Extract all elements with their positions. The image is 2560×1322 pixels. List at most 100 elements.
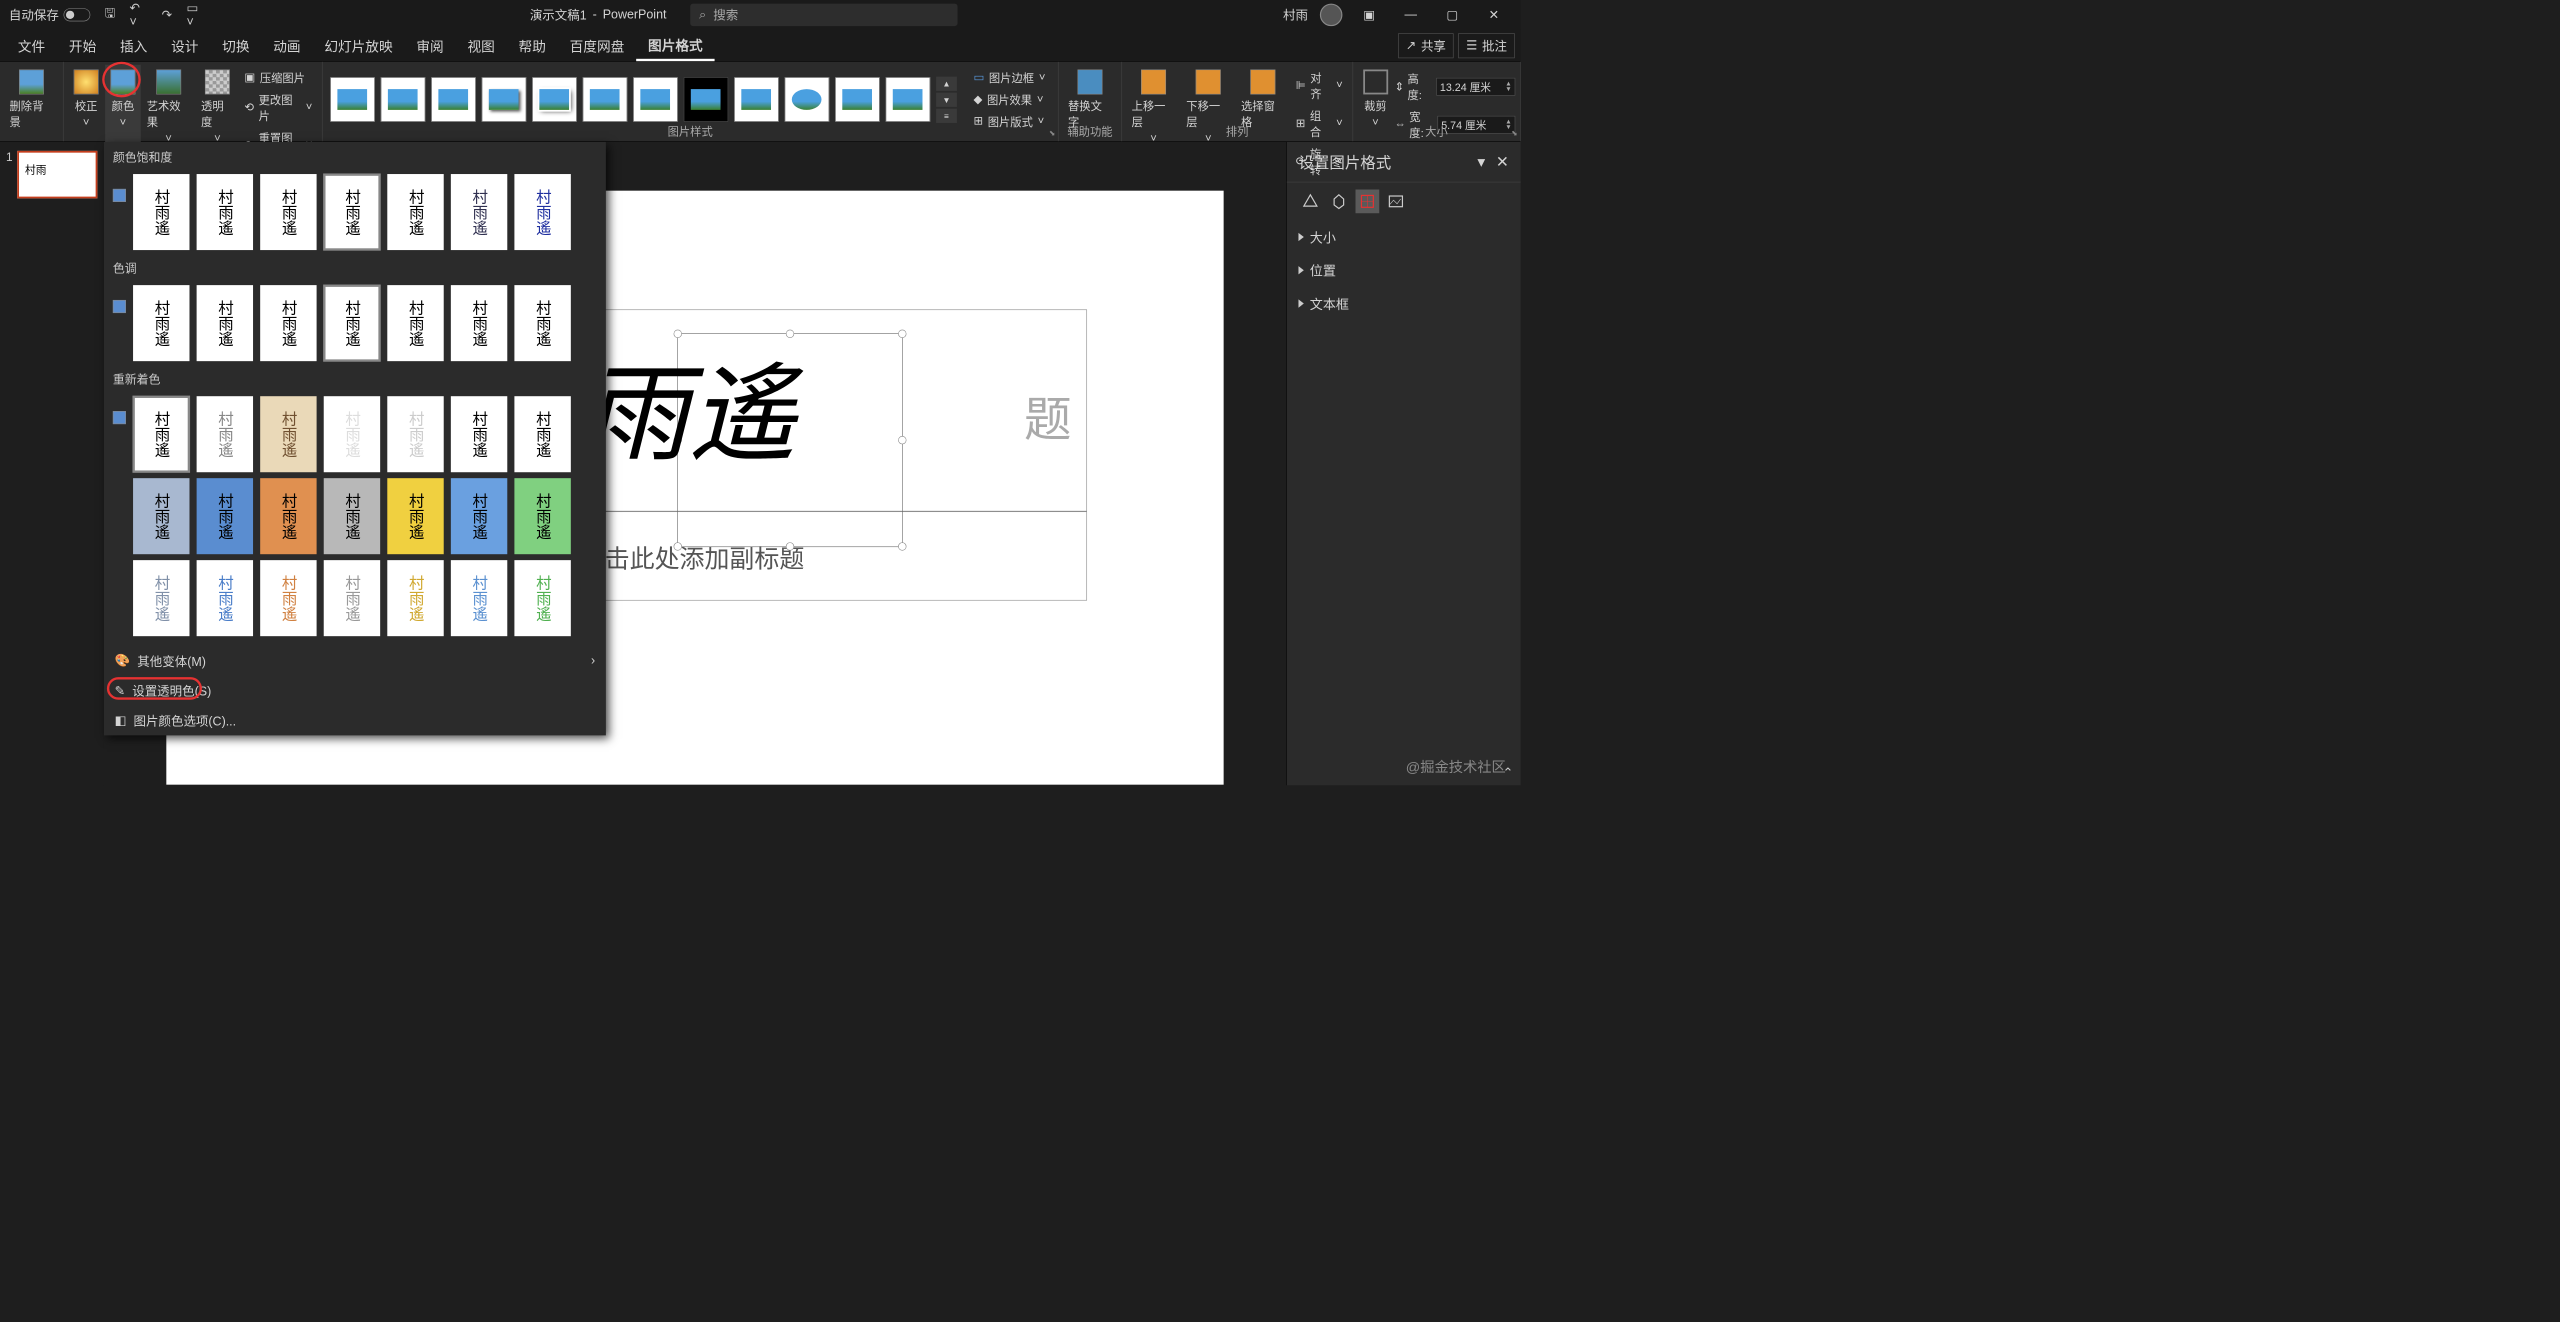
color-variant[interactable]: 村雨遙: [387, 396, 443, 472]
panel-menu-icon[interactable]: ▾: [1477, 153, 1485, 171]
color-variant[interactable]: 村雨遙: [387, 285, 443, 361]
color-variant[interactable]: 村雨遙: [197, 560, 253, 636]
color-variant[interactable]: 村雨遙: [324, 478, 380, 554]
style-thumb[interactable]: [431, 77, 476, 122]
color-variant[interactable]: 村雨遙: [324, 560, 380, 636]
color-variant[interactable]: 村雨遙: [451, 396, 507, 472]
style-thumb[interactable]: [785, 77, 830, 122]
picture-effects-button[interactable]: ◆图片效果 ˅: [969, 90, 1050, 110]
menu-animation[interactable]: 动画: [261, 30, 312, 61]
menu-design[interactable]: 设计: [159, 30, 210, 61]
corrections-button[interactable]: 校正˅: [68, 65, 104, 164]
rotate-button[interactable]: ⟳旋转 ˅: [1291, 144, 1348, 180]
panel-section-position[interactable]: 位置: [1287, 254, 1521, 287]
style-thumb[interactable]: [684, 77, 729, 122]
color-variant[interactable]: 村雨遙: [197, 285, 253, 361]
color-variant[interactable]: 村雨遙: [324, 285, 380, 361]
color-options-item[interactable]: ◧ 图片颜色选项(C)...: [104, 706, 606, 736]
menu-review[interactable]: 审阅: [405, 30, 456, 61]
color-variant[interactable]: 村雨遙: [451, 478, 507, 554]
panel-section-size[interactable]: 大小: [1287, 220, 1521, 253]
color-variant[interactable]: 村雨遙: [197, 174, 253, 250]
picture-tab-icon[interactable]: [1384, 189, 1408, 213]
close-icon[interactable]: ✕: [1479, 0, 1509, 30]
style-thumb[interactable]: [583, 77, 628, 122]
menu-slideshow[interactable]: 幻灯片放映: [312, 30, 404, 61]
change-picture-button[interactable]: ⟲更改图片 ˅: [240, 90, 317, 126]
style-thumb[interactable]: [886, 77, 931, 122]
autosave-toggle[interactable]: 自动保存: [9, 6, 90, 24]
comments-button[interactable]: ☰ 批注: [1458, 33, 1514, 58]
maximize-icon[interactable]: ▢: [1437, 0, 1467, 30]
palette-icon: 🎨: [115, 654, 131, 668]
style-thumb[interactable]: [381, 77, 426, 122]
toggle-switch[interactable]: [64, 8, 91, 21]
color-variant[interactable]: 村雨遙: [260, 285, 316, 361]
style-thumb[interactable]: [532, 77, 577, 122]
style-thumb[interactable]: [835, 77, 880, 122]
height-input[interactable]: 13.24 厘米▲▼: [1436, 78, 1515, 96]
panel-close-icon[interactable]: ✕: [1496, 153, 1509, 171]
panel-section-textbox[interactable]: 文本框: [1287, 287, 1521, 320]
slideshow-icon[interactable]: ▭ ˅: [187, 6, 205, 24]
style-thumb[interactable]: [734, 77, 779, 122]
size-tab-icon[interactable]: [1356, 189, 1380, 213]
color-variant[interactable]: 村雨遙: [451, 285, 507, 361]
color-variant[interactable]: 村雨遙: [514, 560, 570, 636]
color-variant[interactable]: 村雨遙: [451, 560, 507, 636]
user-avatar[interactable]: [1320, 4, 1343, 27]
menu-help[interactable]: 帮助: [507, 30, 558, 61]
group-expand-icon[interactable]: ⬊: [1049, 128, 1055, 138]
color-variant[interactable]: 村雨遙: [387, 478, 443, 554]
search-input[interactable]: ⌕ 搜索: [690, 4, 957, 27]
color-variant[interactable]: 村雨遙: [260, 560, 316, 636]
color-variant[interactable]: 村雨遙: [133, 396, 189, 472]
menu-baidu[interactable]: 百度网盘: [558, 30, 636, 61]
redo-icon[interactable]: ↷: [158, 6, 176, 24]
color-variant[interactable]: 村雨遙: [324, 174, 380, 250]
menu-view[interactable]: 视图: [456, 30, 507, 61]
color-variant[interactable]: 村雨遙: [260, 174, 316, 250]
slide-panel[interactable]: 1 村雨: [0, 142, 104, 785]
color-variant[interactable]: 村雨遙: [387, 174, 443, 250]
style-thumb[interactable]: [633, 77, 678, 122]
color-variant[interactable]: 村雨遙: [514, 396, 570, 472]
color-variant[interactable]: 村雨遙: [387, 560, 443, 636]
minimize-icon[interactable]: —: [1396, 0, 1426, 30]
compress-picture-button[interactable]: ▣压缩图片: [240, 68, 317, 88]
slide-image[interactable]: 雨遙: [582, 327, 796, 482]
color-variant[interactable]: 村雨遙: [197, 396, 253, 472]
picture-border-button[interactable]: ▭图片边框 ˅: [969, 68, 1050, 88]
menu-home[interactable]: 开始: [57, 30, 108, 61]
color-variant[interactable]: 村雨遙: [451, 174, 507, 250]
color-variant[interactable]: 村雨遙: [514, 478, 570, 554]
style-thumb[interactable]: [330, 77, 375, 122]
more-variants-item[interactable]: 🎨 其他变体(M) ›: [104, 646, 606, 676]
effects-tab-icon[interactable]: [1327, 189, 1351, 213]
color-variant[interactable]: 村雨遙: [197, 478, 253, 554]
fill-tab-icon[interactable]: [1298, 189, 1322, 213]
save-icon[interactable]: 🖫: [101, 6, 119, 24]
menu-picture-format[interactable]: 图片格式: [636, 30, 714, 61]
color-variant[interactable]: 村雨遙: [514, 174, 570, 250]
ribbon-display-icon[interactable]: ▣: [1354, 0, 1384, 30]
color-variant[interactable]: 村雨遙: [324, 396, 380, 472]
set-transparent-item[interactable]: ✎ 设置透明色(S): [104, 676, 606, 706]
color-variant[interactable]: 村雨遙: [133, 560, 189, 636]
color-variant[interactable]: 村雨遙: [260, 396, 316, 472]
align-button[interactable]: ⊫对齐 ˅: [1291, 68, 1348, 104]
group-expand-icon[interactable]: ⬊: [1511, 128, 1517, 138]
menu-insert[interactable]: 插入: [108, 30, 159, 61]
gallery-more-button[interactable]: ▲▼≡: [936, 76, 957, 122]
style-thumb[interactable]: [482, 77, 527, 122]
menu-file[interactable]: 文件: [6, 30, 57, 61]
color-variant[interactable]: 村雨遙: [133, 478, 189, 554]
undo-icon[interactable]: ↶ ˅: [129, 6, 147, 24]
color-variant[interactable]: 村雨遙: [260, 478, 316, 554]
color-variant[interactable]: 村雨遙: [514, 285, 570, 361]
color-variant[interactable]: 村雨遙: [133, 285, 189, 361]
remove-background-button[interactable]: 删除背景: [5, 65, 58, 133]
color-variant[interactable]: 村雨遙: [133, 174, 189, 250]
share-button[interactable]: ↗ 共享: [1398, 33, 1454, 58]
menu-transition[interactable]: 切换: [210, 30, 261, 61]
